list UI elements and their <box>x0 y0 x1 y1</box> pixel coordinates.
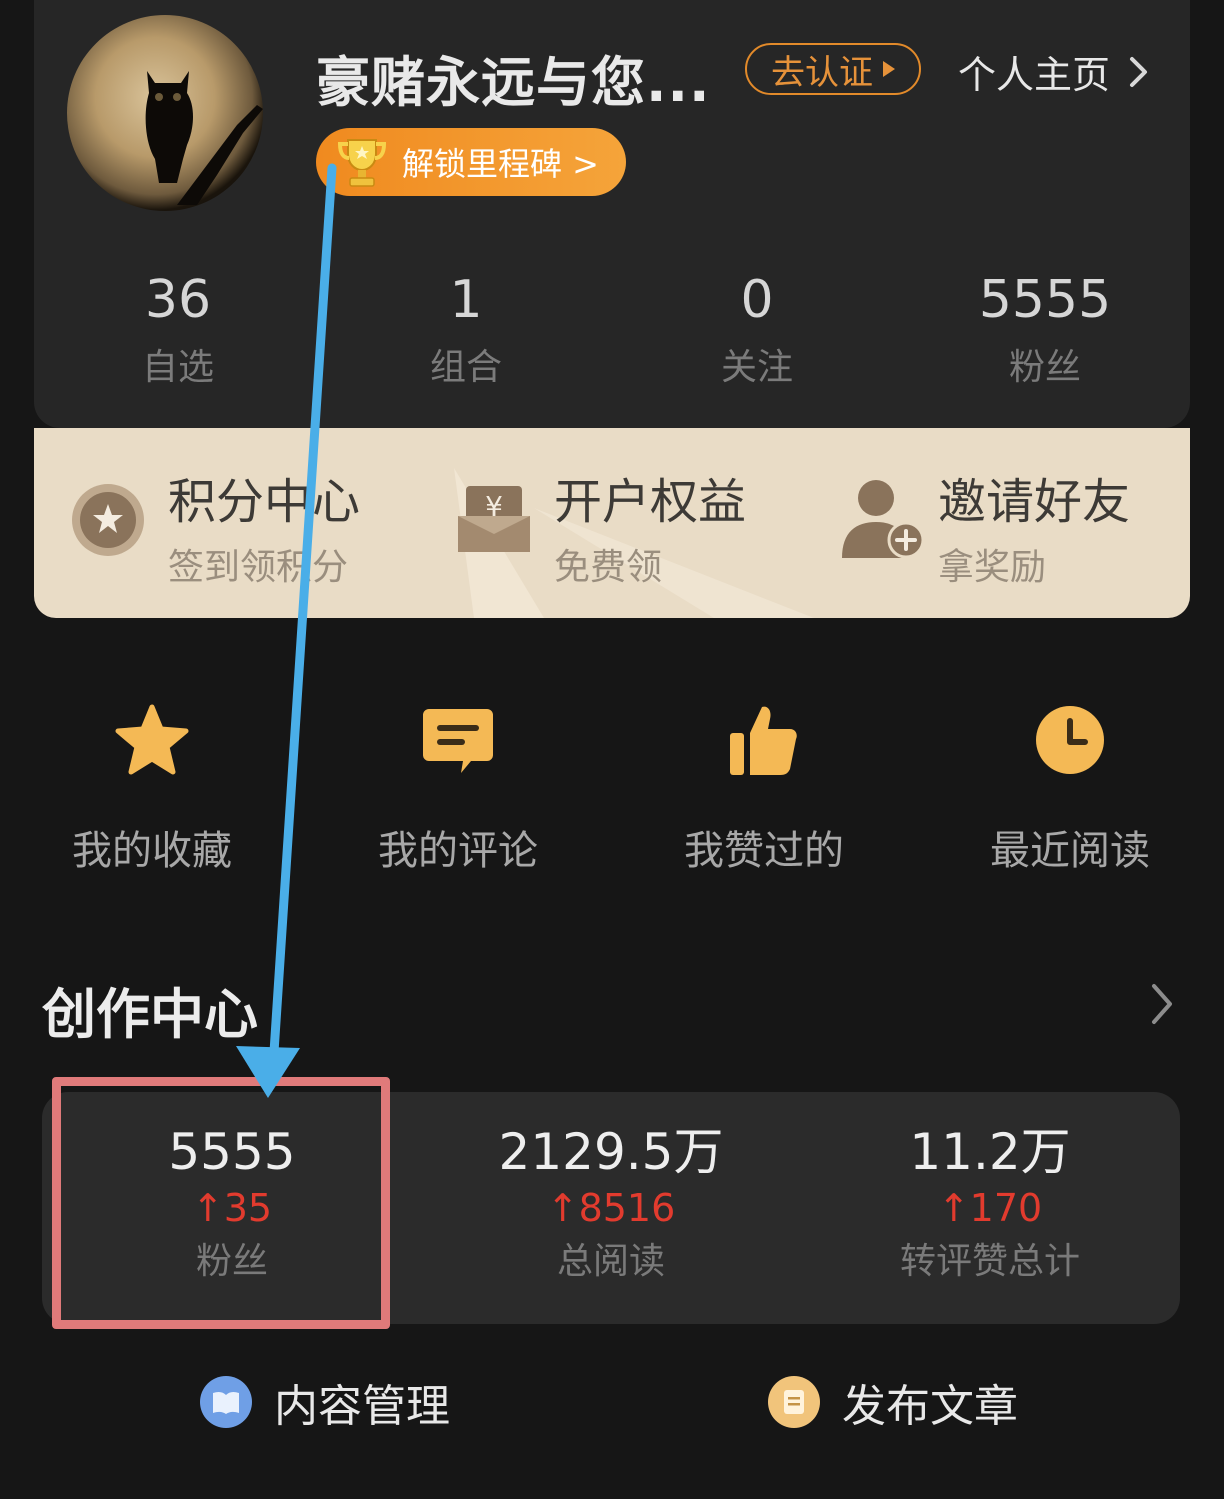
annotation-arrow <box>236 163 337 1098</box>
